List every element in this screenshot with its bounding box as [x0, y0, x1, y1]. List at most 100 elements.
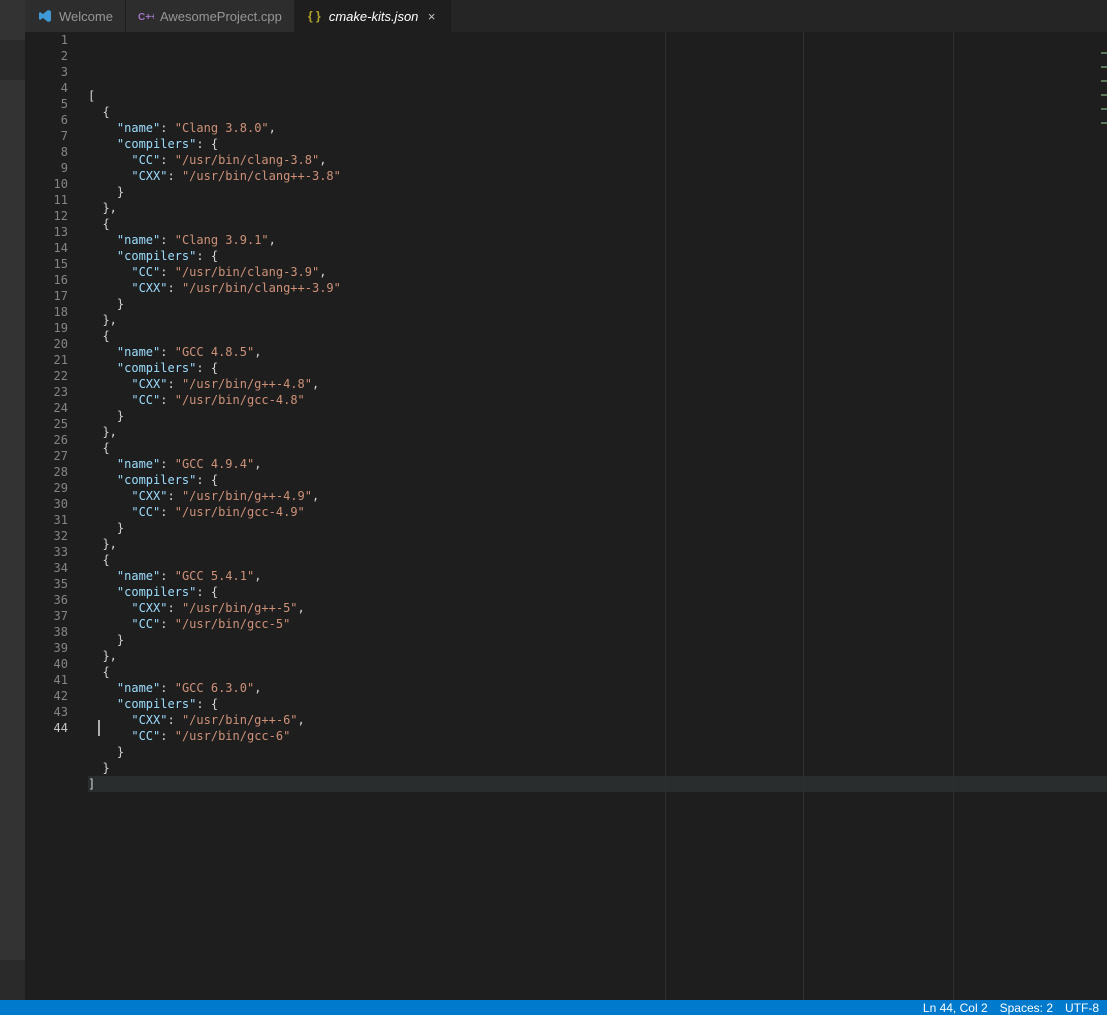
token: ,	[254, 681, 261, 695]
code-line[interactable]: "name": "GCC 6.3.0",	[88, 680, 1107, 696]
token	[88, 233, 117, 247]
code-line[interactable]: "compilers": {	[88, 248, 1107, 264]
line-number: 16	[25, 272, 68, 288]
code-line[interactable]: {	[88, 216, 1107, 232]
code-line[interactable]: }	[88, 760, 1107, 776]
code-line[interactable]: "compilers": {	[88, 696, 1107, 712]
code-line[interactable]: "name": "GCC 4.8.5",	[88, 344, 1107, 360]
tab-label: cmake-kits.json	[329, 9, 419, 24]
code-line[interactable]: }	[88, 408, 1107, 424]
token	[88, 345, 117, 359]
status-encoding[interactable]: UTF-8	[1065, 1001, 1099, 1015]
token: "CXX"	[131, 169, 167, 183]
code-line[interactable]: "name": "Clang 3.9.1",	[88, 232, 1107, 248]
line-number: 2	[25, 48, 68, 64]
token	[88, 601, 131, 615]
code-line[interactable]: },	[88, 200, 1107, 216]
tab-welcome[interactable]: Welcome	[25, 0, 126, 32]
line-number: 26	[25, 432, 68, 448]
line-number: 13	[25, 224, 68, 240]
token	[88, 265, 131, 279]
code-line[interactable]: "CXX": "/usr/bin/g++-4.9",	[88, 488, 1107, 504]
code-line[interactable]: }	[88, 296, 1107, 312]
code-line[interactable]: }	[88, 632, 1107, 648]
token	[88, 361, 117, 375]
code-line[interactable]: "compilers": {	[88, 584, 1107, 600]
code-line[interactable]: "CC": "/usr/bin/gcc-6"	[88, 728, 1107, 744]
code-area[interactable]: [ { "name": "Clang 3.8.0", "compilers": …	[88, 32, 1107, 1000]
line-number: 11	[25, 192, 68, 208]
svg-text:C++: C++	[138, 12, 154, 23]
token: "name"	[117, 681, 160, 695]
line-number: 23	[25, 384, 68, 400]
code-line[interactable]: "CC": "/usr/bin/gcc-4.9"	[88, 504, 1107, 520]
token: "compilers"	[117, 585, 196, 599]
code-line[interactable]: },	[88, 312, 1107, 328]
token: "name"	[117, 121, 160, 135]
code-line[interactable]: "CC": "/usr/bin/clang-3.8",	[88, 152, 1107, 168]
token: :	[160, 121, 174, 135]
code-line[interactable]: {	[88, 664, 1107, 680]
line-number: 38	[25, 624, 68, 640]
code-line[interactable]: [	[88, 88, 1107, 104]
code-line[interactable]: }	[88, 184, 1107, 200]
editor[interactable]: 1234567891011121314151617181920212223242…	[25, 32, 1107, 1000]
token	[88, 121, 117, 135]
code-line[interactable]: },	[88, 536, 1107, 552]
code-line[interactable]: "CXX": "/usr/bin/clang++-3.9"	[88, 280, 1107, 296]
activity-placeholder[interactable]	[0, 40, 25, 80]
code-line[interactable]: ]	[88, 776, 1107, 792]
code-line[interactable]: },	[88, 424, 1107, 440]
line-number: 12	[25, 208, 68, 224]
code-line[interactable]: },	[88, 648, 1107, 664]
code-line[interactable]: "CC": "/usr/bin/gcc-5"	[88, 616, 1107, 632]
token: :	[160, 265, 174, 279]
minimap[interactable]	[1099, 32, 1107, 1000]
code-line[interactable]: "name": "GCC 4.9.4",	[88, 456, 1107, 472]
code-line[interactable]: "CC": "/usr/bin/gcc-4.8"	[88, 392, 1107, 408]
code-line[interactable]: "CXX": "/usr/bin/clang++-3.8"	[88, 168, 1107, 184]
code-line[interactable]: "compilers": {	[88, 360, 1107, 376]
code-line[interactable]: }	[88, 744, 1107, 760]
line-number: 28	[25, 464, 68, 480]
code-line[interactable]: "compilers": {	[88, 472, 1107, 488]
line-number: 41	[25, 672, 68, 688]
code-line[interactable]: {	[88, 552, 1107, 568]
tab-cmake-kits-json[interactable]: { }cmake-kits.json×	[295, 0, 452, 32]
activity-settings[interactable]	[0, 960, 25, 1000]
token	[88, 153, 131, 167]
close-icon[interactable]: ×	[424, 9, 438, 24]
code-line[interactable]: "CXX": "/usr/bin/g++-5",	[88, 600, 1107, 616]
code-line[interactable]: "compilers": {	[88, 136, 1107, 152]
token: "Clang 3.9.1"	[175, 233, 269, 247]
code-line[interactable]: }	[88, 520, 1107, 536]
code-line[interactable]: {	[88, 104, 1107, 120]
code-line[interactable]: "CC": "/usr/bin/clang-3.9",	[88, 264, 1107, 280]
line-number: 40	[25, 656, 68, 672]
status-cursor-pos[interactable]: Ln 44, Col 2	[923, 1001, 988, 1015]
line-number: 5	[25, 96, 68, 112]
line-number: 42	[25, 688, 68, 704]
code-line[interactable]: "CXX": "/usr/bin/g++-6",	[88, 712, 1107, 728]
token: {	[88, 329, 110, 343]
status-bar: Ln 44, Col 2 Spaces: 2 UTF-8	[0, 1000, 1107, 1015]
tab-awesomeproject-cpp[interactable]: C++AwesomeProject.cpp	[126, 0, 295, 32]
token: :	[167, 601, 181, 615]
token: }	[88, 297, 124, 311]
token	[88, 137, 117, 151]
token: :	[160, 729, 174, 743]
token: "compilers"	[117, 361, 196, 375]
line-number: 27	[25, 448, 68, 464]
code-line[interactable]: "CXX": "/usr/bin/g++-4.8",	[88, 376, 1107, 392]
token: {	[88, 105, 110, 119]
code-line[interactable]: "name": "GCC 5.4.1",	[88, 568, 1107, 584]
token: },	[88, 201, 117, 215]
code-line[interactable]: {	[88, 328, 1107, 344]
activity-placeholder[interactable]	[0, 0, 25, 40]
status-indent[interactable]: Spaces: 2	[1000, 1001, 1053, 1015]
activity-placeholder[interactable]	[0, 80, 25, 120]
token: "/usr/bin/g++-4.9"	[182, 489, 312, 503]
code-line[interactable]: "name": "Clang 3.8.0",	[88, 120, 1107, 136]
line-number-gutter: 1234567891011121314151617181920212223242…	[25, 32, 88, 1000]
code-line[interactable]: {	[88, 440, 1107, 456]
